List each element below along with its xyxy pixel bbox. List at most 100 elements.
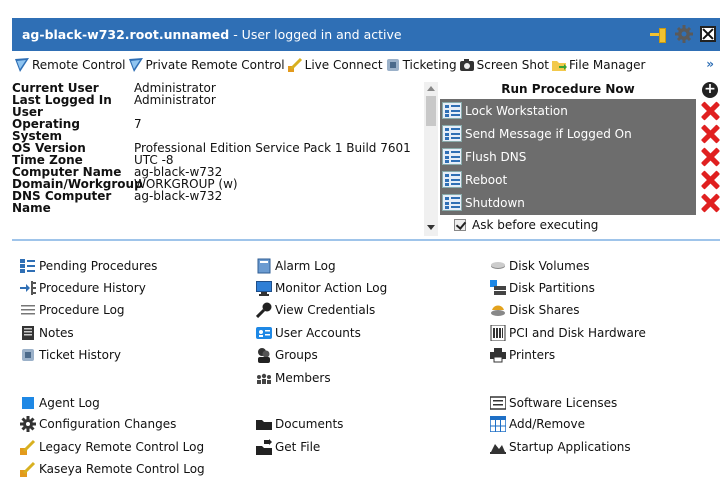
link-label: Add/Remove: [509, 417, 585, 431]
link-label: Ticket History: [39, 348, 122, 362]
link-label: View Credentials: [275, 303, 376, 317]
agent-status: - User logged in and active: [233, 27, 402, 42]
link-software-licenses[interactable]: Software Licenses: [489, 395, 618, 411]
procedure-item-send-message[interactable]: Send Message if Logged On: [440, 122, 696, 145]
procedure-icon: [442, 148, 462, 165]
procedure-icon: [442, 102, 462, 119]
link-kaseya-remote-control-log[interactable]: Kaseya Remote Control Log: [20, 461, 205, 477]
ask-before-executing[interactable]: Ask before executing: [454, 218, 598, 232]
remote-control-button[interactable]: Remote Control: [14, 57, 126, 73]
link-label: Startup Applications: [509, 440, 631, 454]
procedure-item-flush-dns[interactable]: Flush DNS: [440, 145, 696, 168]
link-monitor-action-log[interactable]: Monitor Action Log: [256, 280, 387, 296]
remote-control-icon: [14, 57, 30, 73]
link-procedure-log[interactable]: Procedure Log: [20, 302, 125, 318]
info-value: Professional Edition Service Pack 1 Buil…: [134, 141, 411, 155]
delete-icon[interactable]: [700, 193, 720, 213]
link-add-remove[interactable]: Add/Remove: [489, 415, 585, 433]
link-printers[interactable]: Printers: [490, 347, 555, 363]
pin-icon[interactable]: [650, 26, 668, 43]
action-toolbar: Remote Control Private Remote Control Li…: [12, 54, 720, 76]
link-pci-and-disk-hardware[interactable]: PCI and Disk Hardware: [490, 324, 646, 342]
procedure-icon: [442, 194, 462, 211]
link-get-file[interactable]: Get File: [256, 439, 320, 455]
link-label: Get File: [275, 440, 321, 454]
procedure-item-reboot[interactable]: Reboot: [440, 168, 696, 191]
link-configuration-changes[interactable]: Configuration Changes: [20, 416, 176, 432]
procedure-label: Flush DNS: [465, 149, 527, 164]
link-label: Software Licenses: [509, 396, 618, 410]
scroll-up-icon[interactable]: [427, 86, 435, 91]
add-procedure-icon[interactable]: +: [702, 82, 718, 98]
delete-icon[interactable]: [700, 124, 720, 144]
ticketing-label: Ticketing: [402, 58, 457, 72]
link-label: Members: [275, 371, 331, 385]
procedure-label: Lock Workstation: [465, 103, 568, 118]
link-agent-log[interactable]: Agent Log: [20, 395, 100, 411]
private-remote-control-label: Private Remote Control: [145, 58, 285, 72]
agent-info-panel: Current User Administrator Last Logged In…: [12, 82, 424, 236]
live-connect-button[interactable]: Live Connect: [287, 57, 383, 73]
link-disk-shares[interactable]: Disk Shares: [490, 302, 579, 318]
file-manager-label: File Manager: [569, 58, 646, 72]
private-remote-control-button[interactable]: Private Remote Control: [128, 57, 285, 73]
link-label: Disk Partitions: [509, 281, 595, 295]
link-notes[interactable]: Notes: [20, 325, 74, 341]
link-members[interactable]: Members: [256, 370, 331, 386]
gear-icon[interactable]: [674, 24, 694, 44]
camera-icon: [459, 57, 475, 73]
file-manager-button[interactable]: File Manager: [551, 57, 646, 73]
link-documents[interactable]: Documents: [256, 416, 343, 432]
info-scrollbar[interactable]: [424, 82, 438, 236]
link-label: Printers: [509, 348, 556, 362]
link-label: PCI and Disk Hardware: [509, 326, 646, 340]
link-label: Monitor Action Log: [275, 281, 388, 295]
info-value: 7: [134, 117, 142, 131]
screen-shot-button[interactable]: Screen Shot: [459, 57, 549, 73]
delete-icon[interactable]: [700, 170, 720, 190]
info-key: Operating System: [12, 117, 80, 143]
link-disk-partitions[interactable]: Disk Partitions: [490, 280, 595, 296]
link-label: Procedure History: [39, 281, 146, 295]
ticketing-icon: [385, 57, 401, 73]
screen-shot-label: Screen Shot: [476, 58, 549, 72]
link-ticket-history[interactable]: Ticket History: [20, 347, 121, 363]
scroll-down-icon[interactable]: [427, 225, 435, 230]
close-icon[interactable]: [700, 26, 716, 42]
info-row: DNS Computer ag-black-w732: [12, 190, 424, 202]
link-view-credentials[interactable]: View Credentials: [255, 302, 376, 319]
procedure-item-lock-workstation[interactable]: Lock Workstation: [440, 99, 696, 122]
link-groups[interactable]: Groups: [256, 347, 318, 363]
link-label: Disk Volumes: [509, 259, 590, 273]
printer-icon: [490, 347, 506, 363]
link-label: Agent Log: [39, 396, 100, 410]
delete-icon[interactable]: [700, 101, 720, 121]
delete-icon[interactable]: [700, 147, 720, 167]
link-alarm-log[interactable]: Alarm Log: [256, 258, 336, 274]
procedure-item-shutdown[interactable]: Shutdown: [440, 191, 696, 214]
info-value: Administrator: [134, 93, 216, 107]
link-label: Pending Procedures: [39, 259, 158, 273]
link-label: Kaseya Remote Control Log: [39, 462, 205, 476]
run-procedure-panel: Run Procedure Now + Lock Workstation Sen…: [440, 82, 720, 236]
link-pending-procedures[interactable]: Pending Procedures: [20, 258, 157, 274]
link-disk-volumes[interactable]: Disk Volumes: [490, 258, 589, 274]
scroll-thumb[interactable]: [426, 96, 436, 126]
machine-name: ag-black-w732.root.unnamed: [22, 27, 230, 42]
procedure-log-icon: [20, 302, 36, 318]
link-startup-applications[interactable]: Startup Applications: [490, 439, 631, 455]
link-label: Disk Shares: [509, 303, 580, 317]
info-value: ag-black-w732: [134, 189, 223, 203]
procedure-label: Send Message if Logged On: [465, 126, 632, 141]
ask-label: Ask before executing: [472, 218, 599, 232]
members-icon: [256, 370, 272, 386]
link-procedure-history[interactable]: Procedure History: [20, 280, 146, 296]
more-icon[interactable]: »: [706, 57, 714, 71]
ticketing-button[interactable]: Ticketing: [385, 57, 457, 73]
link-user-accounts[interactable]: User Accounts: [256, 325, 361, 341]
link-legacy-remote-control-log[interactable]: Legacy Remote Control Log: [20, 439, 204, 455]
key-icon: [255, 302, 272, 319]
procedure-icon: [442, 125, 462, 142]
software-licenses-icon: [489, 395, 507, 411]
ask-checkbox[interactable]: [454, 219, 466, 231]
